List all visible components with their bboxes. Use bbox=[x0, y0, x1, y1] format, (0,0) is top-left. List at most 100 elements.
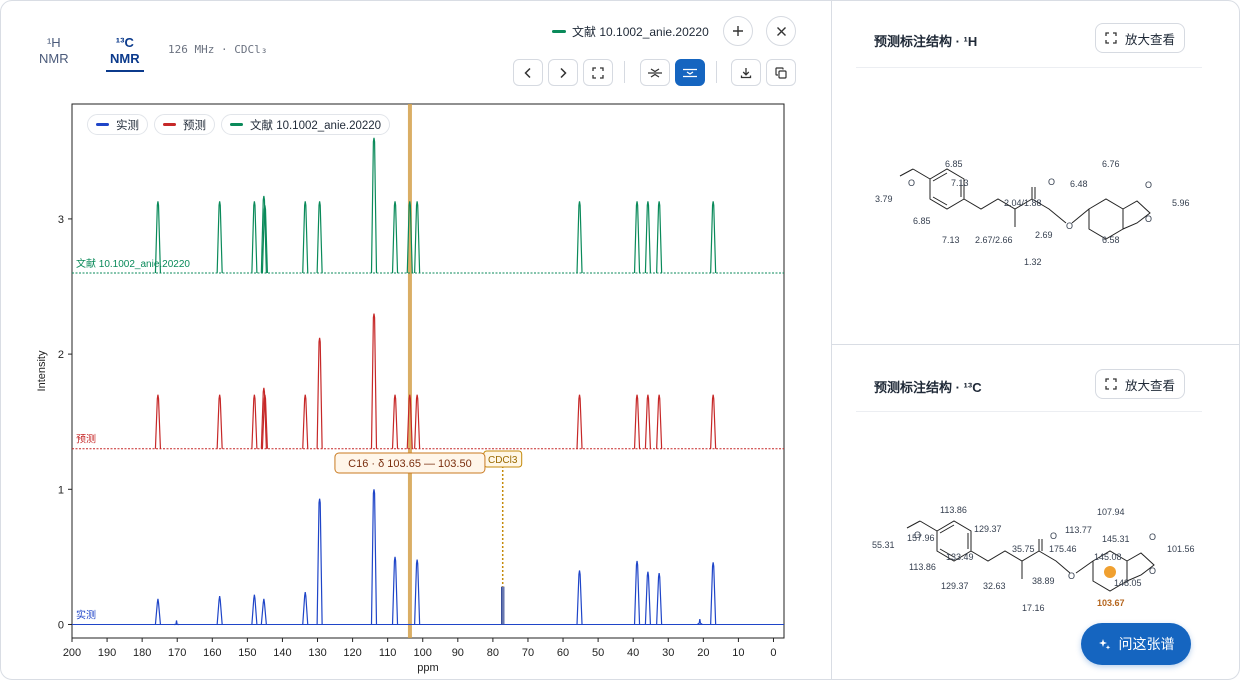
c-shift: 55.31 bbox=[872, 540, 895, 550]
legend-item-predicted[interactable]: 预测 bbox=[154, 114, 215, 135]
spectrum-peak[interactable] bbox=[154, 598, 162, 625]
x-tick-label: 10 bbox=[732, 647, 744, 659]
c-shift: 145.08 bbox=[1094, 552, 1122, 562]
selected-atom-marker[interactable] bbox=[1104, 566, 1116, 578]
spectrum-peak[interactable] bbox=[216, 201, 223, 274]
x-tick-label: 140 bbox=[273, 647, 291, 659]
spectrum-peak[interactable] bbox=[414, 559, 421, 625]
legend-item-reference[interactable]: 文献 10.1002_anie.20220 bbox=[221, 114, 391, 135]
y-tick-label: 3 bbox=[58, 214, 64, 226]
spectrum-pane: ¹H NMR ¹³C NMR 126 MHz · CDCl₃ 文献 10.100… bbox=[1, 1, 832, 680]
spectrum-peak[interactable] bbox=[644, 201, 652, 274]
h-shift: 3.79 bbox=[875, 194, 893, 204]
spectrum-peak[interactable] bbox=[316, 498, 323, 625]
spectrum-peak[interactable] bbox=[391, 201, 399, 274]
series-label: 实测 bbox=[76, 608, 96, 621]
spectrum-peak[interactable] bbox=[370, 313, 378, 449]
x-tick-label: 0 bbox=[770, 647, 776, 659]
plot-legend: 实测 预测 文献 10.1002_anie.20220 bbox=[87, 114, 391, 135]
h-shift: 7.13 bbox=[942, 235, 960, 245]
sparkle-icon bbox=[1098, 638, 1110, 650]
x-tick-label: 60 bbox=[557, 647, 569, 659]
h-panel-title: 预测标注结构 · ¹H bbox=[874, 34, 978, 49]
x-tick-label: 170 bbox=[168, 647, 186, 659]
c-zoom-button[interactable]: 放大查看 bbox=[1095, 369, 1185, 399]
x-tick-label: 30 bbox=[662, 647, 674, 659]
c-shift: 113.86 bbox=[940, 505, 967, 515]
x-tick-label: 160 bbox=[203, 647, 221, 659]
series-label: 文献 10.1002_anie.20220 bbox=[76, 257, 190, 270]
spectrum-peak[interactable] bbox=[302, 201, 309, 274]
spectrum-peak[interactable] bbox=[633, 560, 641, 625]
solvent-tag-label: CDCl3 bbox=[488, 455, 518, 466]
spectrum-peak[interactable] bbox=[216, 596, 223, 625]
c-shift: 35.75 bbox=[1012, 544, 1035, 554]
highlight-band[interactable] bbox=[407, 104, 412, 638]
spectrum-peak[interactable] bbox=[251, 201, 258, 274]
spectrum-peak[interactable] bbox=[216, 394, 223, 449]
c-shift: 175.46 bbox=[1049, 544, 1077, 554]
nmr-spectrum-chart[interactable]: 200 190 180 170 160 150 140 130 120 110 100 90 80 70 6… bbox=[1, 1, 832, 680]
x-tick-label: 120 bbox=[343, 647, 361, 659]
c-shift: 17.16 bbox=[1022, 603, 1045, 613]
h-shift: 2.04/1.88 bbox=[1004, 198, 1042, 208]
spectrum-peak[interactable] bbox=[370, 489, 378, 625]
spectrum-peak[interactable] bbox=[576, 394, 583, 449]
h-o-carbonyl: O bbox=[1048, 177, 1055, 187]
panel-separator bbox=[832, 344, 1239, 345]
spectrum-peak[interactable] bbox=[656, 201, 663, 274]
c-zoom-label: 放大查看 bbox=[1124, 378, 1175, 393]
x-tick-label: 180 bbox=[133, 647, 151, 659]
fullscreen-icon bbox=[1105, 32, 1117, 44]
spectrum-peak[interactable] bbox=[302, 591, 309, 625]
h-shift: 7.13 bbox=[951, 178, 969, 188]
spectrum-peak[interactable] bbox=[710, 562, 717, 625]
c-o-ring1: O bbox=[1149, 532, 1156, 542]
spectrum-peak[interactable] bbox=[316, 201, 323, 274]
ask-spectrum-button[interactable]: 问这张谱 bbox=[1081, 623, 1191, 665]
x-tick-label: 50 bbox=[592, 647, 604, 659]
spectrum-peak[interactable] bbox=[251, 594, 258, 625]
spectrum-peak[interactable] bbox=[576, 570, 583, 625]
spectrum-peak[interactable] bbox=[391, 394, 399, 449]
legend-item-measured[interactable]: 实测 bbox=[87, 114, 148, 135]
spectrum-peak[interactable] bbox=[644, 571, 652, 625]
spectrum-peak[interactable] bbox=[154, 394, 162, 449]
c-o-carbonyl: O bbox=[1050, 531, 1057, 541]
spectrum-peak[interactable] bbox=[302, 394, 309, 449]
measured-swatch bbox=[96, 123, 109, 126]
spectrum-peak[interactable] bbox=[414, 394, 421, 449]
h-panel-divider bbox=[856, 67, 1202, 68]
spectrum-peak[interactable] bbox=[696, 618, 703, 625]
spectrum-peak[interactable] bbox=[633, 201, 641, 274]
spectrum-peak[interactable] bbox=[174, 620, 180, 626]
spectrum-peak[interactable] bbox=[316, 337, 323, 449]
c-shift: 129.37 bbox=[974, 524, 1002, 534]
x-tick-label: 200 bbox=[63, 647, 81, 659]
spectrum-peak[interactable] bbox=[370, 137, 378, 273]
spectrum-peak[interactable] bbox=[251, 394, 258, 449]
h-zoom-button[interactable]: 放大查看 bbox=[1095, 23, 1185, 53]
c-shift: 38.89 bbox=[1032, 576, 1055, 586]
c-shift: 113.86 bbox=[909, 562, 936, 572]
h-zoom-label: 放大查看 bbox=[1124, 32, 1175, 47]
spectrum-peak[interactable] bbox=[710, 201, 717, 274]
h-shift: 6.48 bbox=[1070, 179, 1088, 189]
spectrum-peak[interactable] bbox=[576, 201, 583, 274]
spectrum-peak[interactable] bbox=[391, 556, 399, 625]
spectrum-peak[interactable] bbox=[644, 394, 652, 449]
spectrum-peak[interactable] bbox=[633, 394, 641, 449]
spectrum-peak[interactable] bbox=[656, 573, 663, 625]
h-o-methoxy: O bbox=[908, 178, 915, 188]
x-tick-label: 80 bbox=[487, 647, 499, 659]
h-shift: 2.69 bbox=[1035, 230, 1053, 240]
spectrum-peak[interactable] bbox=[260, 598, 267, 625]
legend-reference-label: 文献 10.1002_anie.20220 bbox=[250, 119, 382, 132]
c-shift: 101.56 bbox=[1167, 544, 1195, 554]
spectrum-peak[interactable] bbox=[414, 201, 421, 274]
c-shift: 133.49 bbox=[946, 552, 974, 562]
c-panel-title: 预测标注结构 · ¹³C bbox=[874, 380, 982, 395]
spectrum-peak[interactable] bbox=[710, 394, 717, 449]
y-tick-label: 0 bbox=[58, 619, 64, 631]
spectrum-peak[interactable] bbox=[656, 394, 663, 449]
